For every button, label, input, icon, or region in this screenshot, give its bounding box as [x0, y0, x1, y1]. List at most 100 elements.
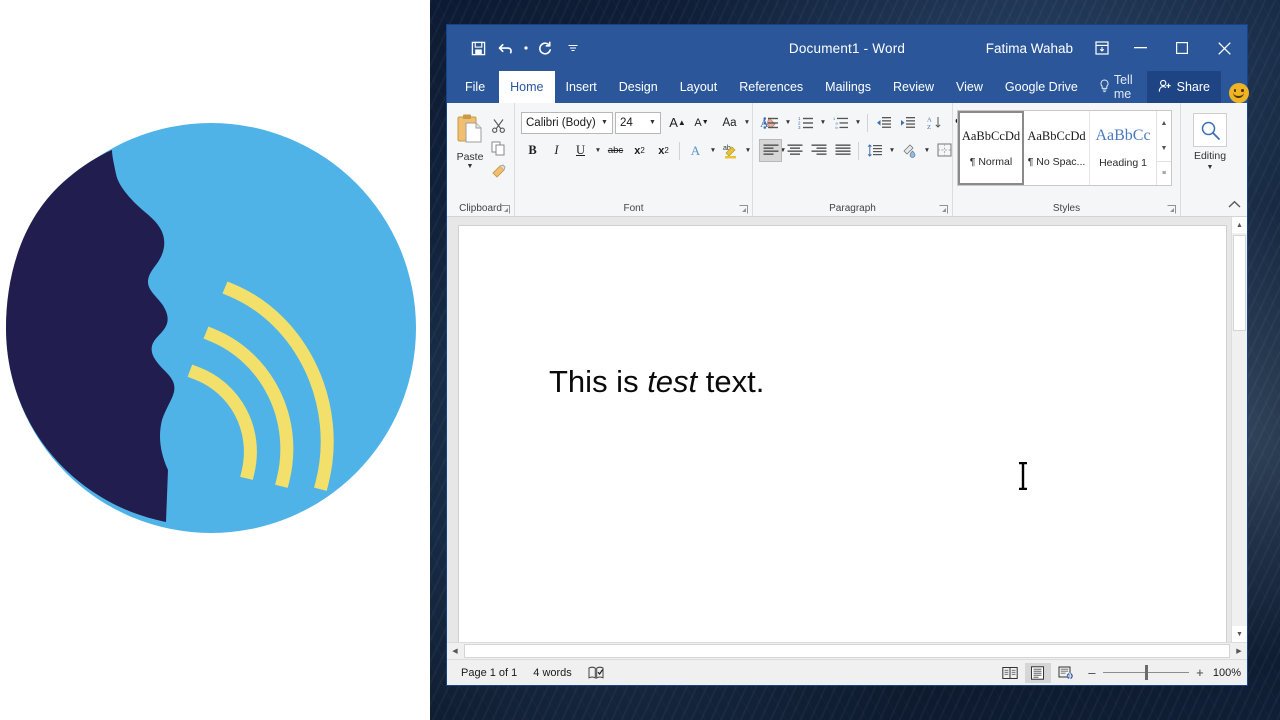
undo-dropdown-icon[interactable] — [521, 35, 530, 61]
styles-more-icon[interactable]: ≡ — [1157, 161, 1171, 185]
text-effects-button[interactable]: A — [684, 139, 707, 162]
font-size-combo[interactable]: 24 ▼ — [615, 111, 661, 134]
tab-review[interactable]: Review — [882, 71, 945, 103]
clipboard-dialog-launcher-icon[interactable] — [501, 205, 510, 214]
style-heading-1[interactable]: AaBbCc Heading 1 — [1090, 111, 1156, 185]
paragraph-dialog-launcher-icon[interactable] — [939, 205, 948, 214]
maximize-restore-button[interactable] — [1161, 25, 1203, 71]
paste-button[interactable]: Paste ▼ — [452, 111, 488, 171]
horizontal-scroll-thumb[interactable] — [464, 644, 1230, 658]
text-effects-dropdown-icon[interactable]: ▼ — [708, 147, 718, 154]
decrease-indent-button[interactable] — [872, 111, 895, 134]
tab-design[interactable]: Design — [608, 71, 669, 103]
grow-font-button[interactable]: A ▲ — [666, 111, 689, 134]
page-indicator[interactable]: Page 1 of 1 — [453, 667, 525, 679]
style-normal[interactable]: AaBbCcDd ¶ Normal — [958, 111, 1024, 185]
proofing-errors-icon[interactable] — [580, 666, 612, 680]
chevron-down-icon[interactable]: ▼ — [599, 119, 610, 126]
underline-dropdown-icon[interactable]: ▼ — [593, 147, 603, 154]
styles-dialog-launcher-icon[interactable] — [1167, 205, 1176, 214]
subscript-button[interactable]: x2 — [628, 139, 651, 162]
vertical-scroll-thumb[interactable] — [1233, 235, 1246, 331]
zoom-thumb[interactable] — [1144, 665, 1148, 680]
tab-home[interactable]: Home — [499, 71, 555, 103]
line-spacing-dropdown-icon[interactable]: ▼ — [887, 147, 897, 154]
superscript-button[interactable]: x2 — [652, 139, 675, 162]
style-no-spacing[interactable]: AaBbCcDd ¶ No Spac... — [1024, 111, 1090, 185]
line-spacing-button[interactable] — [863, 139, 886, 162]
document-canvas[interactable]: This is test text. ▲ ▼ — [447, 217, 1247, 642]
numbering-dropdown-icon[interactable]: ▼ — [818, 119, 828, 126]
close-button[interactable] — [1203, 25, 1245, 71]
bold-button[interactable]: B — [521, 139, 544, 162]
multilevel-dropdown-icon[interactable]: ▼ — [853, 119, 863, 126]
shading-button[interactable] — [898, 139, 921, 162]
increase-indent-button[interactable] — [896, 111, 919, 134]
font-name-combo[interactable]: Calibri (Body) ▼ — [521, 111, 613, 134]
ribbon-display-options-icon[interactable] — [1085, 25, 1119, 71]
underline-button[interactable]: U — [569, 139, 592, 162]
highlight-dropdown-icon[interactable]: ▼ — [743, 147, 753, 154]
scroll-left-icon[interactable]: ◀ — [447, 643, 463, 660]
chevron-down-icon[interactable]: ▼ — [647, 119, 658, 126]
italic-button[interactable]: I — [545, 139, 568, 162]
editing-dropdown-icon[interactable]: ▼ — [1207, 164, 1214, 171]
text-highlight-color-button[interactable]: ab — [719, 139, 742, 162]
styles-scroll-down-icon[interactable]: ▼ — [1157, 136, 1171, 160]
account-name[interactable]: Fatima Wahab — [986, 41, 1073, 56]
numbering-button[interactable]: 1 2 3 — [794, 111, 817, 134]
vertical-scrollbar[interactable]: ▲ ▼ — [1231, 217, 1247, 642]
font-dialog-launcher-icon[interactable] — [739, 205, 748, 214]
styles-scroll-up-icon[interactable]: ▲ — [1157, 111, 1171, 135]
format-painter-icon[interactable] — [488, 161, 509, 182]
zoom-track[interactable] — [1102, 665, 1189, 680]
shading-dropdown-icon[interactable]: ▼ — [922, 147, 932, 154]
tab-mailings[interactable]: Mailings — [814, 71, 882, 103]
document-page[interactable]: This is test text. — [458, 225, 1227, 642]
print-layout-button[interactable] — [1024, 662, 1051, 683]
horizontal-scrollbar[interactable]: ◀ ▶ — [447, 642, 1247, 659]
word-count[interactable]: 4 words — [525, 667, 580, 679]
scroll-up-icon[interactable]: ▲ — [1232, 217, 1247, 233]
scroll-right-icon[interactable]: ▶ — [1231, 643, 1247, 660]
feedback-smiley-icon[interactable] — [1228, 83, 1249, 103]
cut-icon[interactable] — [488, 115, 509, 136]
minimize-button[interactable] — [1119, 25, 1161, 71]
search-icon[interactable] — [1193, 113, 1227, 147]
tab-references[interactable]: References — [728, 71, 814, 103]
align-left-button[interactable] — [759, 139, 782, 162]
tell-me-search[interactable]: Tell me — [1089, 71, 1143, 103]
strikethrough-button[interactable]: abc — [604, 139, 627, 162]
tab-layout[interactable]: Layout — [669, 71, 729, 103]
sort-button[interactable]: A Z — [923, 111, 946, 134]
zoom-in-button[interactable]: + — [1195, 665, 1205, 680]
zoom-slider[interactable]: – + — [1081, 665, 1205, 680]
align-center-button[interactable] — [783, 139, 806, 162]
zoom-out-button[interactable]: – — [1087, 665, 1097, 680]
share-button[interactable]: Share — [1146, 71, 1221, 103]
web-layout-button[interactable] — [1053, 663, 1079, 683]
tab-file[interactable]: File — [447, 71, 499, 103]
redo-icon[interactable] — [532, 35, 558, 61]
bullets-dropdown-icon[interactable]: ▼ — [783, 119, 793, 126]
change-case-dropdown-icon[interactable]: ▼ — [742, 119, 752, 126]
vertical-scroll-track[interactable] — [1232, 233, 1247, 626]
horizontal-scroll-track[interactable] — [463, 643, 1231, 659]
scroll-down-icon[interactable]: ▼ — [1232, 626, 1247, 642]
undo-icon[interactable] — [493, 35, 519, 61]
copy-icon[interactable] — [488, 138, 509, 159]
paste-dropdown-icon[interactable]: ▼ — [467, 163, 474, 171]
zoom-level[interactable]: 100% — [1207, 667, 1241, 679]
read-mode-button[interactable] — [997, 663, 1023, 683]
bullets-button[interactable] — [759, 111, 782, 134]
justify-button[interactable] — [831, 139, 854, 162]
shrink-font-button[interactable]: A ▼ — [690, 111, 713, 134]
tab-view[interactable]: View — [945, 71, 994, 103]
align-right-button[interactable] — [807, 139, 830, 162]
tab-insert[interactable]: Insert — [555, 71, 608, 103]
customize-quick-access-toolbar-icon[interactable] — [560, 35, 586, 61]
save-icon[interactable] — [465, 35, 491, 61]
styles-scrollbar[interactable]: ▲ ▼ ≡ — [1156, 111, 1171, 185]
tab-google-drive[interactable]: Google Drive — [994, 71, 1089, 103]
collapse-ribbon-button[interactable] — [1228, 200, 1241, 212]
